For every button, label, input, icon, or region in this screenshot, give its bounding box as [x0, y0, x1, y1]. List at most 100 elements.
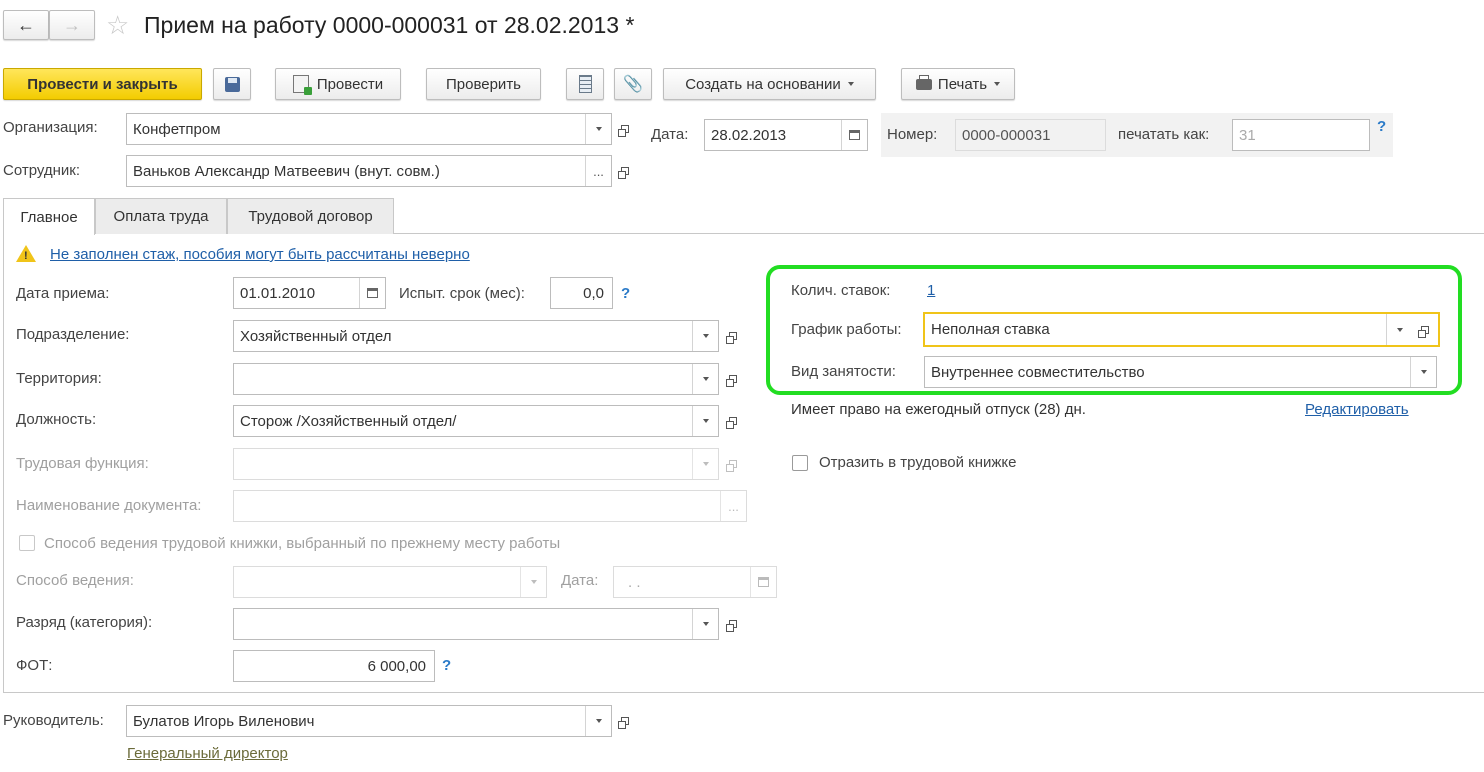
- calendar-icon: [758, 577, 769, 587]
- position-field[interactable]: Сторож /Хозяйственный отдел/: [233, 405, 719, 437]
- select-button[interactable]: ...: [585, 156, 611, 186]
- calendar-button[interactable]: [841, 120, 867, 150]
- open-position-button[interactable]: [722, 405, 744, 437]
- open-grade-button[interactable]: [722, 608, 744, 640]
- rates-label: Колич. ставок:: [791, 282, 891, 299]
- dropdown-button[interactable]: [1410, 357, 1436, 387]
- journal-button[interactable]: [566, 68, 604, 100]
- save-button[interactable]: [213, 68, 251, 100]
- create-based-on-button[interactable]: Создать на основании: [663, 68, 876, 100]
- help-icon[interactable]: ?: [442, 657, 451, 674]
- printer-icon: [915, 74, 932, 90]
- chevron-down-icon: [595, 127, 602, 131]
- organization-field[interactable]: Конфетпром: [126, 113, 612, 145]
- chevron-down-icon: [702, 462, 709, 466]
- method-field: [233, 566, 547, 598]
- date-field[interactable]: 28.02.2013: [704, 119, 868, 151]
- calendar-button: [750, 567, 776, 597]
- dropdown-button[interactable]: [692, 609, 718, 639]
- dropdown-button[interactable]: [585, 114, 611, 144]
- grade-field[interactable]: [233, 608, 719, 640]
- reflect-workbook-checkbox[interactable]: [792, 455, 808, 471]
- tab-main[interactable]: Главное: [3, 198, 95, 235]
- chevron-down-icon: [1420, 370, 1427, 374]
- chevron-down-icon: [702, 377, 709, 381]
- post-button[interactable]: Провести: [275, 68, 401, 100]
- post-and-close-button[interactable]: Провести и закрыть: [3, 68, 202, 100]
- dropdown-button[interactable]: [692, 364, 718, 394]
- organization-label: Организация:: [3, 119, 98, 136]
- post-document-icon: [292, 75, 312, 95]
- territory-field[interactable]: [233, 363, 719, 395]
- select-button: ...: [720, 491, 746, 521]
- open-organization-button[interactable]: [614, 113, 636, 145]
- manager-position-link[interactable]: Генеральный директор: [127, 745, 288, 762]
- employment-type-label: Вид занятости:: [791, 363, 896, 380]
- back-button[interactable]: ←: [3, 10, 49, 40]
- employment-type-field[interactable]: Внутреннее совместительство: [924, 356, 1437, 388]
- number-field[interactable]: 0000-000031: [955, 119, 1106, 151]
- dropdown-button: [692, 449, 718, 479]
- tab-payment[interactable]: Оплата труда: [95, 198, 227, 234]
- open-icon: [726, 417, 737, 429]
- method-date-field: . .: [613, 566, 777, 598]
- check-button[interactable]: Проверить: [426, 68, 541, 100]
- page-title: Прием на работу 0000-000031 от 28.02.201…: [144, 12, 635, 38]
- arrow-left-icon: ←: [17, 14, 35, 35]
- number-label: Номер:: [887, 126, 938, 143]
- open-schedule-button[interactable]: [1412, 314, 1438, 345]
- schedule-label: График работы:: [791, 321, 902, 338]
- dropdown-button[interactable]: [1386, 314, 1412, 345]
- star-icon[interactable]: ☆: [106, 10, 129, 40]
- vacation-info: Имеет право на ежегодный отпуск (28) дн.: [791, 401, 1086, 418]
- help-icon[interactable]: ?: [1377, 118, 1386, 135]
- edit-vacation-link[interactable]: Редактировать: [1305, 401, 1409, 418]
- floppy-disk-icon: [224, 76, 240, 92]
- department-field[interactable]: Хозяйственный отдел: [233, 320, 719, 352]
- dropdown-button[interactable]: [585, 706, 611, 736]
- print-as-field[interactable]: 31: [1232, 119, 1370, 151]
- manager-field[interactable]: Булатов Игорь Виленович: [126, 705, 612, 737]
- workbook-method-checkbox: [19, 535, 35, 551]
- open-icon: [726, 332, 737, 344]
- open-department-button[interactable]: [722, 320, 744, 352]
- fot-label: ФОТ:: [16, 657, 53, 674]
- rates-link[interactable]: 1: [927, 282, 935, 299]
- workbook-method-checkbox-label: Способ ведения трудовой книжки, выбранны…: [44, 535, 561, 552]
- open-icon: [618, 717, 629, 729]
- schedule-field[interactable]: Неполная ставка: [923, 312, 1440, 347]
- date-label: Дата:: [651, 126, 689, 143]
- attachment-button[interactable]: 📎: [614, 68, 652, 100]
- hire-date-field[interactable]: 01.01.2010: [233, 277, 386, 309]
- dropdown-button[interactable]: [692, 406, 718, 436]
- help-icon[interactable]: ?: [621, 285, 630, 302]
- open-employee-button[interactable]: [614, 155, 636, 187]
- calendar-icon: [367, 288, 378, 298]
- open-territory-button[interactable]: [722, 363, 744, 395]
- employee-label: Сотрудник:: [3, 162, 81, 179]
- experience-warning-link[interactable]: Не заполнен стаж, пособия могут быть рас…: [50, 246, 470, 263]
- arrow-right-icon: →: [63, 14, 81, 35]
- paperclip-icon: 📎: [623, 76, 643, 93]
- open-icon: [618, 125, 629, 137]
- print-button[interactable]: Печать: [901, 68, 1015, 100]
- tab-labor-contract[interactable]: Трудовой договор: [227, 198, 394, 234]
- method-label: Способ ведения:: [16, 572, 134, 589]
- open-manager-button[interactable]: [614, 705, 636, 737]
- labor-function-label: Трудовая функция:: [16, 455, 149, 472]
- grade-label: Разряд (категория):: [16, 614, 153, 631]
- calendar-button[interactable]: [359, 278, 385, 308]
- manager-label: Руководитель:: [3, 712, 104, 729]
- probation-field[interactable]: 0,0: [550, 277, 613, 309]
- employee-field[interactable]: Ваньков Александр Матвеевич (внут. совм.…: [126, 155, 612, 187]
- chevron-down-icon: [1396, 327, 1403, 332]
- dropdown-button[interactable]: [692, 321, 718, 351]
- open-icon: [726, 620, 737, 632]
- document-name-field: ...: [233, 490, 747, 522]
- chevron-down-icon: [702, 334, 709, 338]
- fot-field[interactable]: 6 000,00: [233, 650, 435, 682]
- forward-button[interactable]: →: [49, 10, 95, 40]
- open-icon: [726, 375, 737, 387]
- document-name-label: Наименование документа:: [16, 497, 202, 514]
- open-labor-function-button: [722, 448, 744, 480]
